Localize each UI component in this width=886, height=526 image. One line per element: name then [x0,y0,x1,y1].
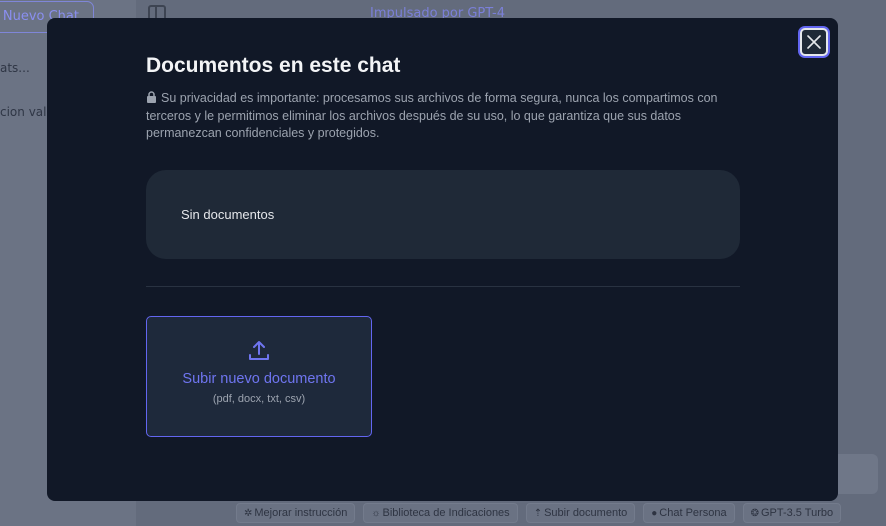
person-icon: ● [651,508,658,519]
divider [146,286,740,287]
upload-document-button[interactable]: Subir nuevo documento (pdf, docx, txt, c… [146,316,372,437]
prompt-library-button[interactable]: ☼ Biblioteca de Indicaciones [363,503,518,523]
model-selector[interactable]: ❂ GPT-3.5 Turbo [742,503,842,523]
sidebar-item[interactable]: cion val [0,105,46,119]
chat-persona-button[interactable]: ● Chat Persona [643,503,735,523]
sidebar-item[interactable]: ats... [0,61,30,75]
sun-icon: ☼ [371,508,381,519]
improve-prompt-button[interactable]: ✲ Mejorar instrucción [236,503,356,523]
sparkle-icon: ✲ [244,508,253,519]
close-button[interactable] [800,28,828,56]
lock-icon [147,91,156,103]
privacy-text: Su privacidad es importante: procesamos … [146,91,718,140]
chat-toolbar: ✲ Mejorar instrucción ☼ Biblioteca de Indi… [236,503,842,523]
close-icon [807,35,821,49]
upload-icon [249,341,269,360]
documents-modal: Documentos en este chat Su privacidad es… [47,18,838,501]
upload-document-button[interactable]: ⇡ Subir documento [525,503,636,523]
empty-state-label: Sin documentos [181,207,275,222]
privacy-notice: Su privacidad es importante: procesamos … [146,90,746,143]
documents-list: Sin documentos [146,170,740,259]
upload-icon: ⇡ [533,508,543,519]
upload-label: Subir nuevo documento [182,371,336,387]
upload-formats: (pdf, docx, txt, csv) [212,393,306,405]
modal-title: Documentos en este chat [146,54,401,77]
openai-icon: ❂ [750,508,759,519]
